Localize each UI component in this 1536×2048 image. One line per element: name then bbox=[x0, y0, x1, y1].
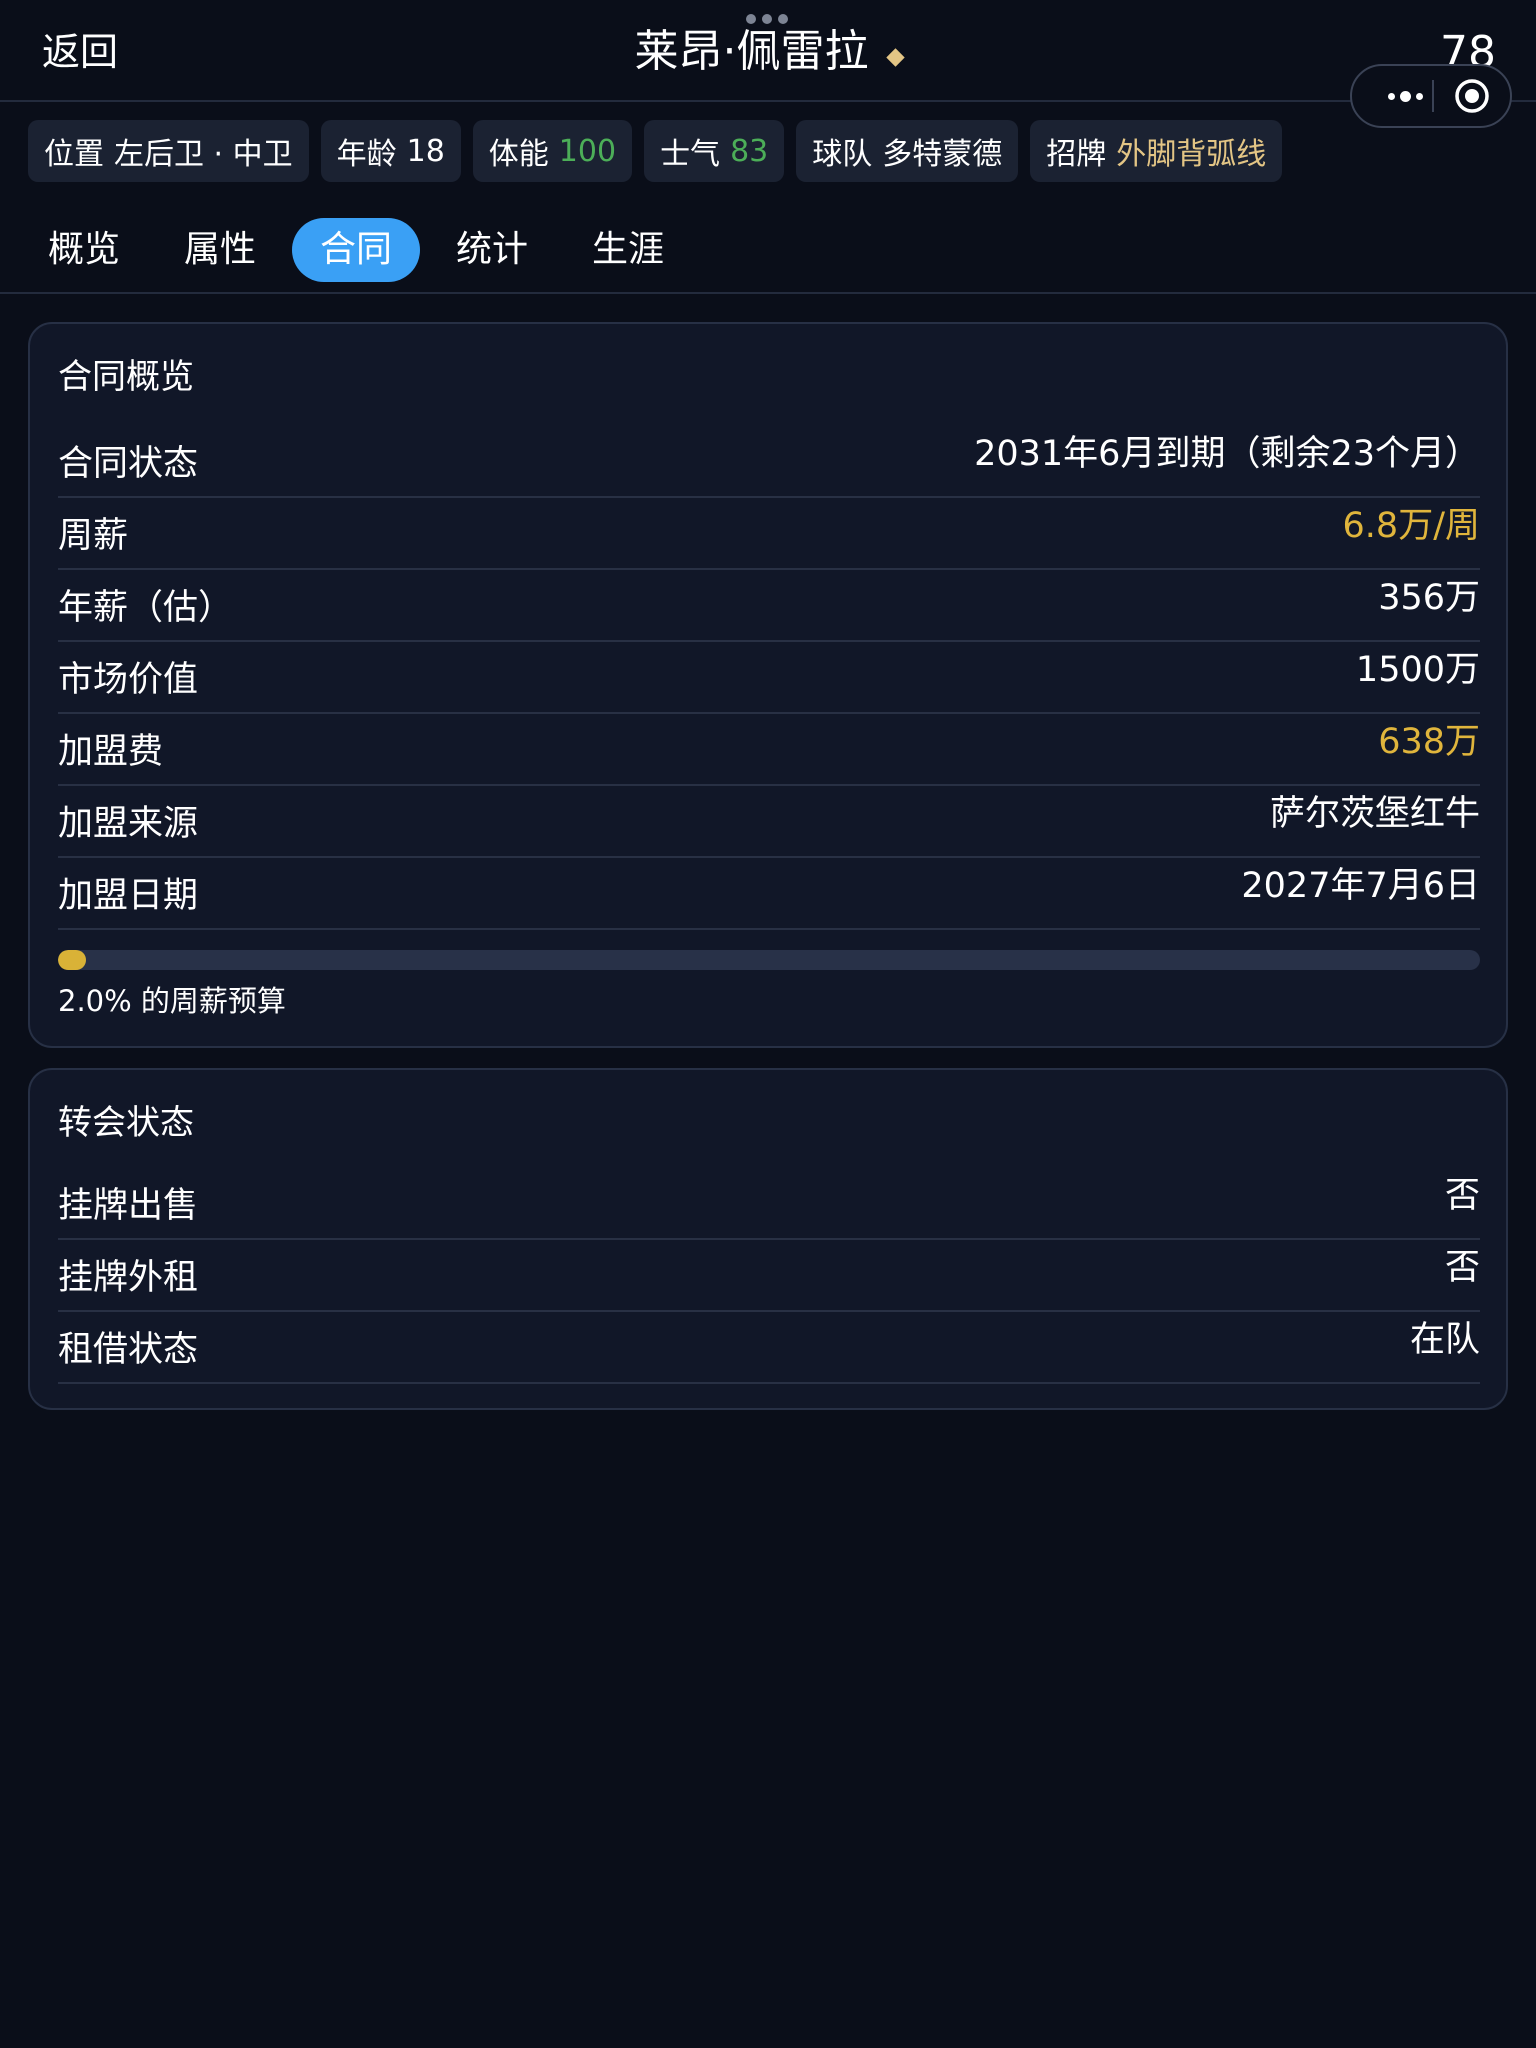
row-loan-status: 租借状态 在队 bbox=[58, 1312, 1480, 1384]
tag-label: 年龄 bbox=[336, 137, 397, 172]
wage-budget-label: 2.0% 的周薪预算 bbox=[58, 984, 286, 1018]
row-value: 萨尔茨堡红牛 bbox=[1269, 794, 1480, 834]
player-name: 莱昂·佩雷拉 bbox=[634, 26, 869, 77]
tag-value: 100 bbox=[558, 133, 617, 169]
tag-team: 球队 多特蒙德 bbox=[796, 120, 1019, 182]
row-listed-for-loan: 挂牌外租 否 bbox=[58, 1240, 1480, 1312]
row-label: 合同状态 bbox=[58, 444, 199, 484]
tab-contract[interactable]: 合同 bbox=[292, 218, 420, 282]
tag-value: 83 bbox=[730, 133, 769, 169]
row-label: 租借状态 bbox=[58, 1330, 199, 1370]
tag-value: 外脚背弧线 bbox=[1116, 137, 1267, 172]
card-title: 合同概览 bbox=[58, 357, 194, 397]
tag-label: 体能 bbox=[488, 137, 549, 172]
tag-label: 招牌 bbox=[1046, 137, 1107, 172]
row-value: 2027年7月6日 bbox=[1241, 866, 1480, 906]
title-area: 莱昂·佩雷拉 bbox=[0, 22, 1536, 91]
miniprogram-capsule bbox=[1350, 64, 1512, 128]
transfer-status-card: 转会状态 挂牌出售 否 挂牌外租 否 租借状态 在队 bbox=[28, 1068, 1508, 1410]
row-value: 1500万 bbox=[1355, 650, 1480, 690]
tag-label: 位置 bbox=[44, 137, 104, 172]
tag-label: 士气 bbox=[660, 137, 721, 172]
more-icon[interactable] bbox=[1374, 66, 1436, 126]
top-bar: 返回 莱昂·佩雷拉 78 bbox=[0, 0, 1536, 102]
tag-value: 18 bbox=[406, 133, 445, 169]
tag-morale: 士气 83 bbox=[644, 120, 785, 182]
tag-value: 左后卫 · 中卫 bbox=[114, 137, 293, 172]
row-label: 加盟日期 bbox=[58, 876, 199, 916]
row-value: 638万 bbox=[1378, 722, 1480, 762]
tag-signature-skill: 招牌 外脚背弧线 bbox=[1030, 120, 1283, 182]
tag-value: 多特蒙德 bbox=[882, 137, 1003, 172]
player-tags: 位置 左后卫 · 中卫 年龄 18 体能 100 士气 83 球队 多特蒙德 招… bbox=[28, 120, 1283, 182]
row-annual-salary: 年薪（估） 356万 bbox=[58, 570, 1480, 642]
wage-budget-progress bbox=[58, 950, 1480, 970]
contract-overview-card: 合同概览 合同状态 2031年6月到期（剩余23个月） 周薪 6.8万/周 年薪… bbox=[28, 322, 1508, 1048]
tag-age: 年龄 18 bbox=[320, 120, 461, 182]
tab-stats[interactable]: 统计 bbox=[438, 218, 546, 282]
tab-bar: 概览 属性 合同 统计 生涯 bbox=[0, 212, 1536, 294]
wage-budget-progress-fill bbox=[58, 950, 87, 970]
row-value: 在队 bbox=[1409, 1320, 1480, 1360]
row-transfer-fee: 加盟费 638万 bbox=[58, 714, 1480, 786]
row-label: 加盟费 bbox=[58, 732, 164, 772]
row-joined-date: 加盟日期 2027年7月6日 bbox=[58, 858, 1480, 930]
row-value: 356万 bbox=[1378, 578, 1480, 618]
row-joined-from: 加盟来源 萨尔茨堡红牛 bbox=[58, 786, 1480, 858]
tab-overview[interactable]: 概览 bbox=[30, 218, 138, 282]
row-label: 年薪（估） bbox=[58, 588, 234, 628]
row-value: 否 bbox=[1444, 1248, 1480, 1288]
row-value: 6.8万/周 bbox=[1342, 506, 1480, 546]
row-listed-for-sale: 挂牌出售 否 bbox=[58, 1168, 1480, 1240]
row-value: 2031年6月到期（剩余23个月） bbox=[974, 434, 1480, 474]
row-label: 挂牌外租 bbox=[58, 1258, 199, 1298]
capsule-divider bbox=[1432, 80, 1434, 112]
row-label: 加盟来源 bbox=[58, 804, 199, 844]
close-miniprogram-icon[interactable] bbox=[1454, 78, 1490, 114]
row-label: 挂牌出售 bbox=[58, 1186, 199, 1226]
row-contract-status: 合同状态 2031年6月到期（剩余23个月） bbox=[58, 426, 1480, 498]
diamond-icon bbox=[885, 48, 905, 67]
tab-career[interactable]: 生涯 bbox=[574, 218, 682, 282]
tab-attributes[interactable]: 属性 bbox=[166, 218, 274, 282]
row-label: 市场价值 bbox=[58, 660, 199, 700]
row-market-value: 市场价值 1500万 bbox=[58, 642, 1480, 714]
card-title: 转会状态 bbox=[58, 1103, 194, 1143]
tag-position: 位置 左后卫 · 中卫 bbox=[28, 120, 309, 182]
tag-label: 球队 bbox=[812, 137, 873, 172]
row-value: 否 bbox=[1444, 1176, 1480, 1216]
row-label: 周薪 bbox=[58, 516, 129, 556]
tag-stamina: 体能 100 bbox=[472, 120, 633, 182]
row-weekly-wage: 周薪 6.8万/周 bbox=[58, 498, 1480, 570]
